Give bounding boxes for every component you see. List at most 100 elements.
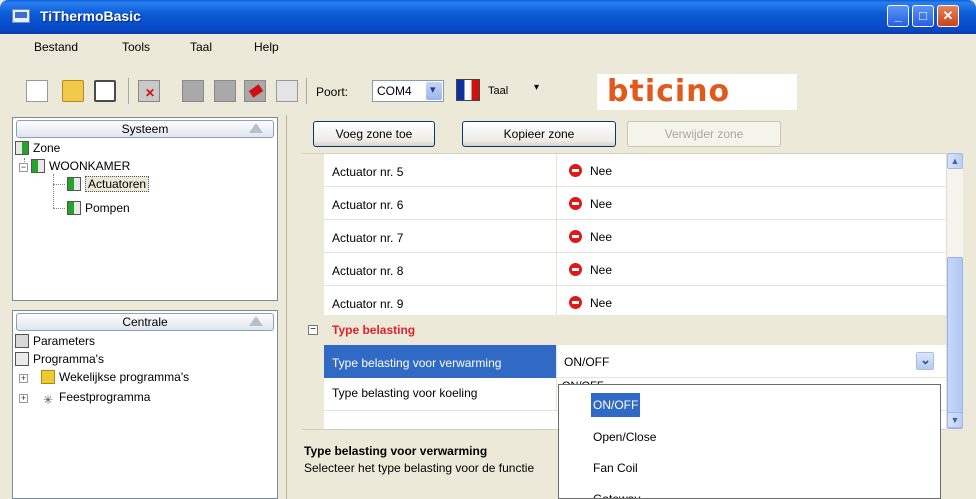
no-icon bbox=[569, 197, 582, 210]
heating-value[interactable]: ON/OFF bbox=[564, 355, 609, 369]
minimize-button[interactable]: _ bbox=[887, 5, 909, 27]
property-label: Actuator nr. 7 bbox=[332, 231, 404, 245]
expand-icon[interactable]: + bbox=[19, 394, 28, 403]
collapse-icon[interactable]: − bbox=[19, 163, 28, 172]
dropdown-option[interactable]: Open/Close bbox=[591, 425, 658, 449]
tree-pompen[interactable]: Pompen bbox=[67, 200, 130, 216]
copy-zone-button[interactable]: Kopieer zone bbox=[462, 121, 616, 147]
scroll-down-icon[interactable]: ▼ bbox=[947, 412, 963, 428]
column-divider bbox=[556, 345, 557, 378]
property-value[interactable]: Nee bbox=[569, 296, 612, 310]
save-icon[interactable] bbox=[94, 80, 116, 102]
dropdown-option[interactable]: Gateway bbox=[591, 487, 642, 498]
port-label: Poort: bbox=[316, 85, 349, 99]
column-divider bbox=[556, 187, 557, 220]
property-row[interactable]: Actuator nr. 7 Nee bbox=[324, 220, 946, 253]
no-icon bbox=[569, 263, 582, 276]
property-value[interactable]: Nee bbox=[569, 164, 612, 178]
menu-bar: Bestand Tools Taal Help bbox=[4, 34, 972, 60]
expand-icon[interactable]: + bbox=[19, 374, 28, 383]
room-icon bbox=[31, 159, 45, 173]
bticino-logo: bticino bbox=[597, 74, 797, 110]
menu-tools[interactable]: Tools bbox=[122, 40, 150, 54]
maximize-button[interactable]: □ bbox=[912, 5, 934, 27]
tree-programmas-label: Programma's bbox=[33, 352, 104, 366]
window-title: TiThermoBasic bbox=[40, 8, 141, 24]
centrale-header[interactable]: Centrale bbox=[16, 313, 274, 331]
systeem-header[interactable]: Systeem bbox=[16, 120, 274, 138]
value-text: Nee bbox=[590, 263, 613, 277]
chevron-down-icon[interactable] bbox=[426, 82, 442, 100]
no-icon bbox=[569, 230, 582, 243]
vertical-scrollbar[interactable]: ▲ ▼ bbox=[946, 153, 963, 429]
menu-help[interactable]: Help bbox=[254, 40, 279, 54]
property-row[interactable]: Actuator nr. 6 Nee bbox=[324, 187, 946, 220]
menu-taal[interactable]: Taal bbox=[190, 40, 212, 54]
scroll-thumb[interactable] bbox=[947, 257, 963, 429]
tree-actuatoren-label: Actuatoren bbox=[85, 176, 150, 192]
section-type-belasting[interactable]: − Type belasting bbox=[302, 315, 946, 345]
delete-zone-button[interactable]: Verwijder zone bbox=[627, 121, 781, 147]
tree-pompen-label: Pompen bbox=[85, 201, 130, 215]
property-row[interactable]: Actuator nr. 5 Nee bbox=[324, 154, 946, 187]
systeem-header-label: Systeem bbox=[121, 122, 169, 136]
toolbar-separator bbox=[306, 78, 307, 104]
tree-actuatoren[interactable]: Actuatoren bbox=[67, 176, 150, 192]
tree-zone[interactable]: Zone bbox=[15, 140, 60, 156]
menu-bestand[interactable]: Bestand bbox=[34, 40, 78, 54]
collapse-arrow-icon[interactable] bbox=[249, 316, 263, 326]
help-title: Type belasting voor verwarming bbox=[304, 444, 488, 458]
delete-icon[interactable] bbox=[138, 80, 160, 102]
scroll-up-icon[interactable]: ▲ bbox=[947, 153, 963, 169]
property-value[interactable]: Nee bbox=[569, 263, 612, 277]
language-label[interactable]: Taal bbox=[488, 85, 508, 97]
tree-woonkamer-label: WOONKAMER bbox=[49, 159, 131, 173]
property-label: Type belasting voor verwarming bbox=[332, 356, 502, 370]
tree-line bbox=[53, 184, 65, 185]
party-icon: ✳ bbox=[42, 393, 54, 407]
language-dropdown-icon[interactable]: ▾ bbox=[534, 82, 539, 93]
value-text: Nee bbox=[590, 230, 613, 244]
centrale-panel: Centrale Parameters Programma's + Wekelij… bbox=[12, 310, 278, 499]
port-value: COM4 bbox=[377, 84, 412, 98]
property-label: Actuator nr. 6 bbox=[332, 198, 404, 212]
property-row-heating[interactable]: Type belasting voor verwarming ON/OFF bbox=[324, 345, 946, 378]
tree-parameters[interactable]: Parameters bbox=[15, 333, 95, 349]
calendar-icon bbox=[41, 370, 55, 384]
port-select[interactable]: COM4 bbox=[372, 80, 444, 102]
properties-icon[interactable] bbox=[276, 80, 298, 102]
parameters-icon bbox=[15, 334, 29, 348]
open-folder-icon[interactable] bbox=[62, 80, 84, 102]
column-divider bbox=[556, 253, 557, 286]
property-label: Actuator nr. 8 bbox=[332, 264, 404, 278]
property-row[interactable]: Actuator nr. 8 Nee bbox=[324, 253, 946, 286]
edit-icon[interactable] bbox=[244, 80, 266, 102]
tree-parameters-label: Parameters bbox=[33, 334, 96, 348]
dropdown-option[interactable]: Fan Coil bbox=[591, 456, 640, 480]
close-button[interactable]: ✕ bbox=[937, 5, 959, 27]
section-collapse-icon[interactable]: − bbox=[308, 325, 318, 335]
property-value[interactable]: Nee bbox=[569, 230, 612, 244]
tree-woonkamer[interactable]: − WOONKAMER bbox=[19, 158, 130, 174]
language-flag-icon[interactable] bbox=[456, 79, 480, 101]
new-file-icon[interactable] bbox=[26, 80, 48, 102]
toolbar: Poort: COM4 Taal ▾ bticino bbox=[4, 60, 972, 110]
collapse-arrow-icon[interactable] bbox=[249, 123, 263, 133]
systeem-panel: Systeem Zone − WOONKAMER Actuatoren Pompe… bbox=[12, 117, 278, 301]
app-icon bbox=[12, 9, 30, 23]
add-zone-button[interactable]: Voeg zone toe bbox=[313, 121, 435, 147]
tree-wekelijkse[interactable]: + Wekelijkse programma's bbox=[19, 369, 189, 385]
tree-programmas[interactable]: Programma's bbox=[15, 351, 104, 367]
upload-icon[interactable] bbox=[182, 80, 204, 102]
chevron-down-icon[interactable] bbox=[916, 352, 934, 370]
property-label: Actuator nr. 5 bbox=[332, 165, 404, 179]
tree-feest[interactable]: + ✳ Feestprogramma bbox=[19, 389, 150, 407]
toolbar-separator bbox=[128, 78, 129, 104]
program-icon bbox=[15, 352, 29, 366]
tree-line bbox=[53, 208, 65, 209]
dropdown-option[interactable]: ON/OFF bbox=[591, 393, 641, 417]
download-icon[interactable] bbox=[214, 80, 236, 102]
property-value[interactable]: Nee bbox=[569, 197, 612, 211]
tree-line bbox=[53, 174, 54, 208]
column-divider bbox=[556, 220, 557, 253]
